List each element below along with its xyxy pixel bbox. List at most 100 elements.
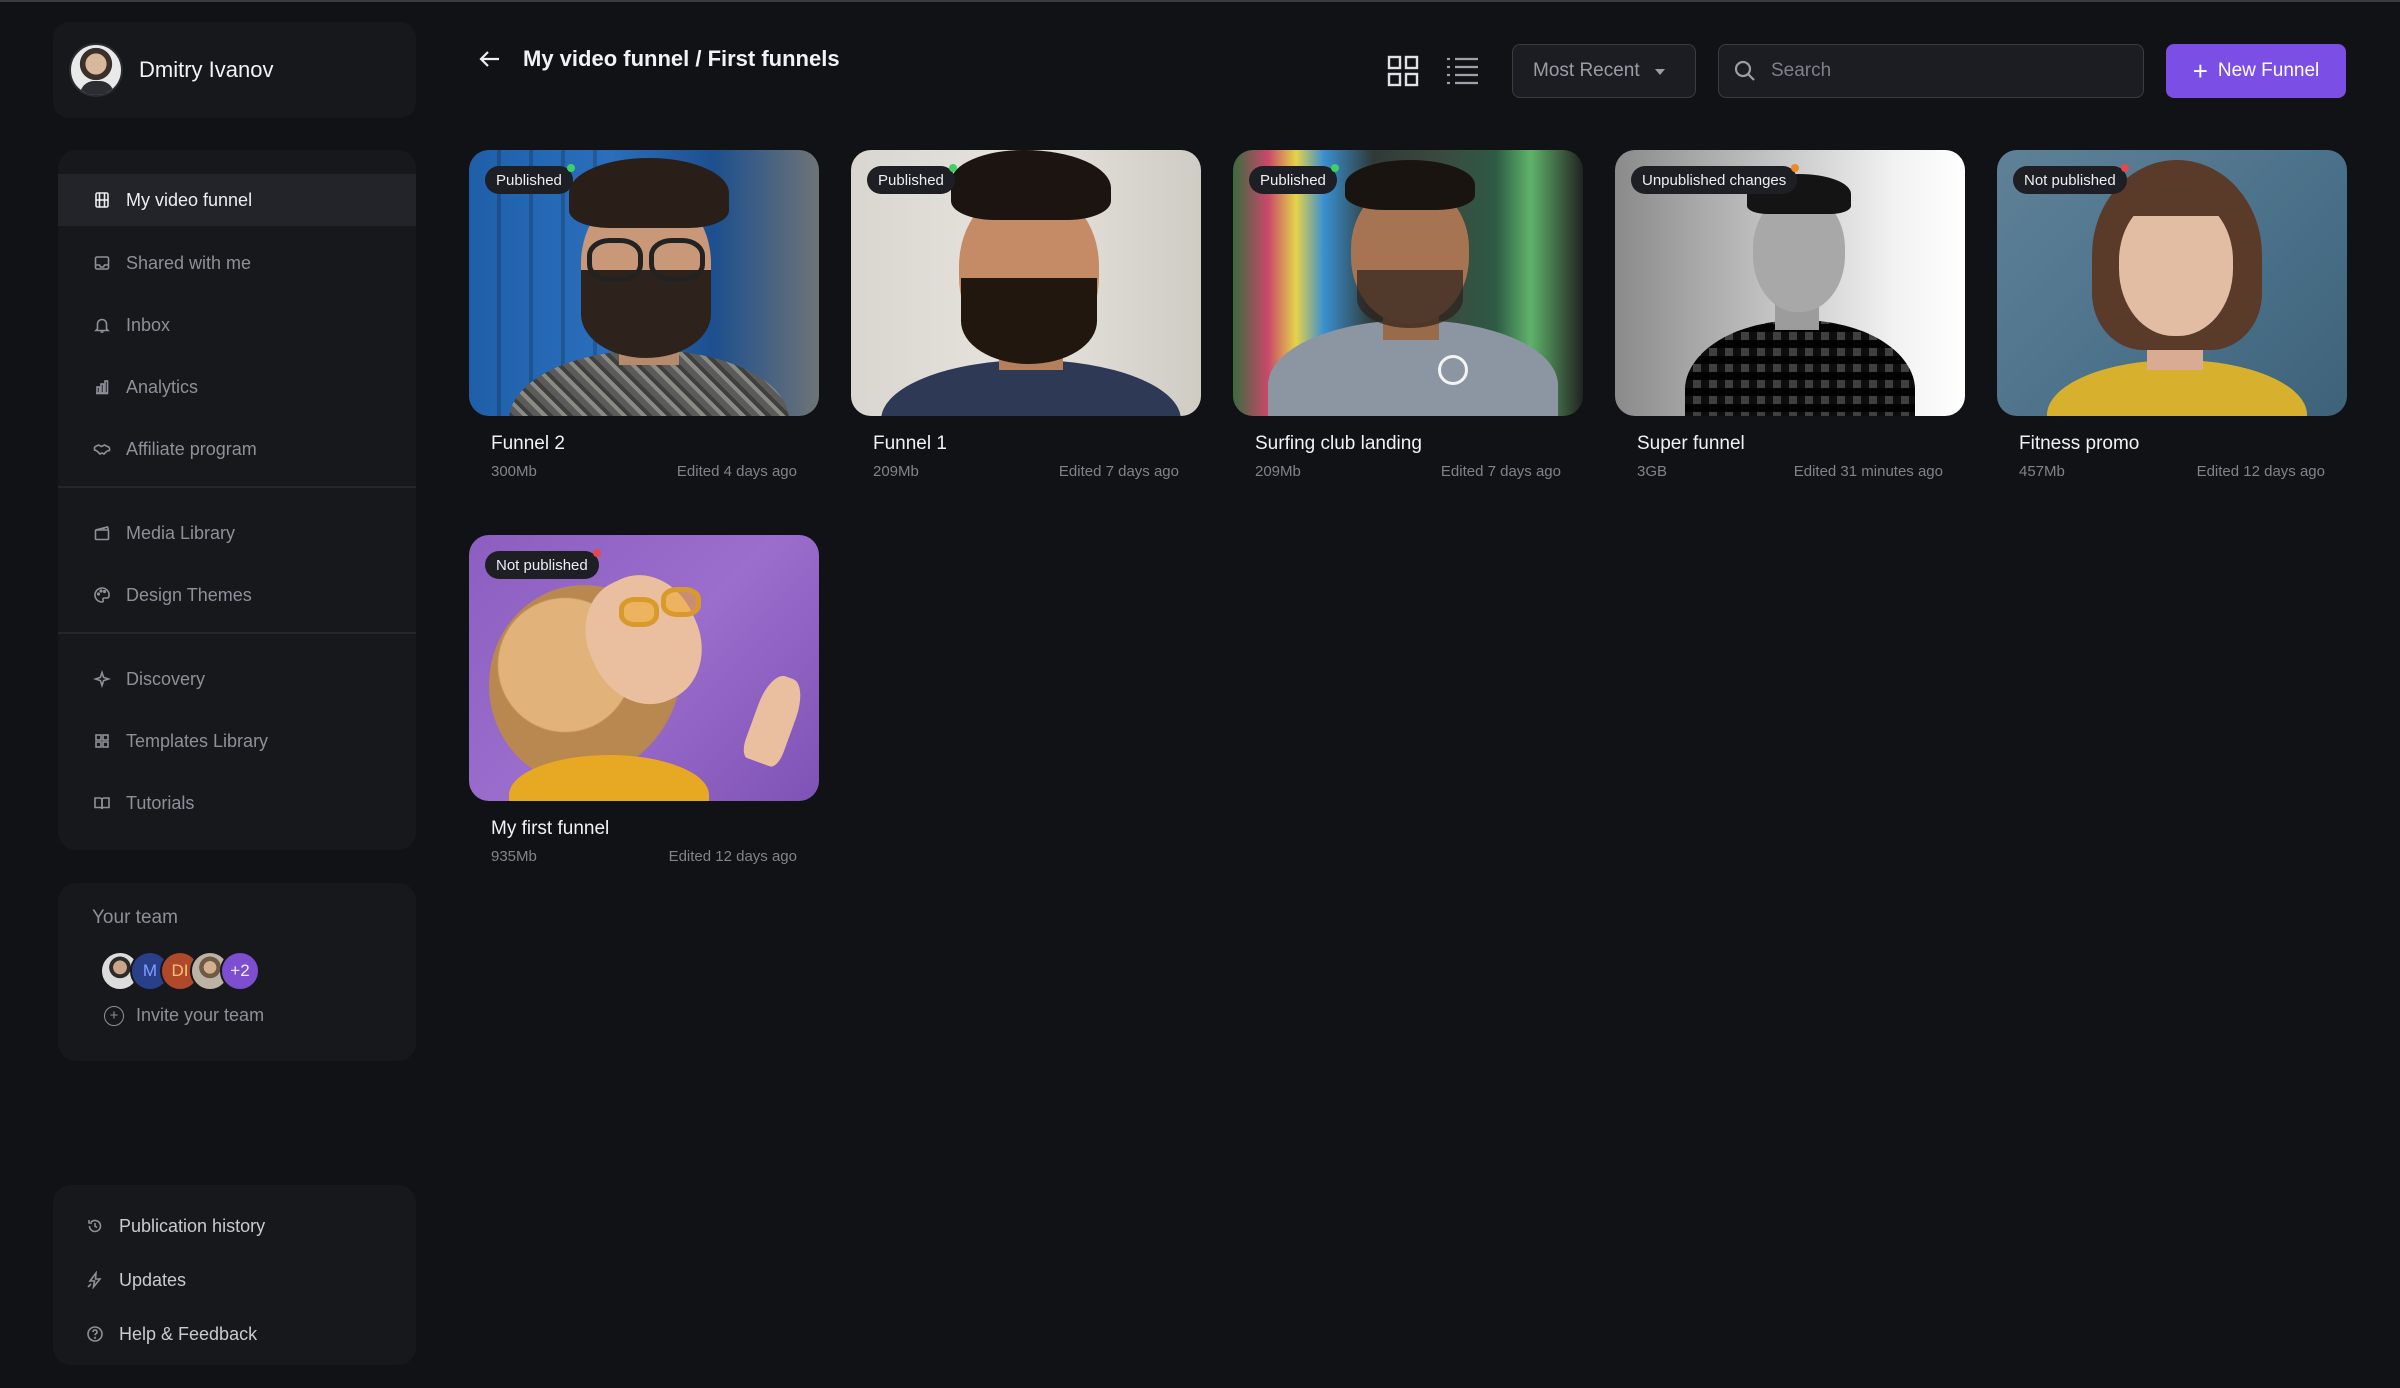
sidebar-item-design-themes[interactable]: Design Themes [58, 570, 416, 620]
sidebar-item-templates-library[interactable]: Templates Library [58, 716, 416, 766]
status-label: Not published [2024, 171, 2116, 189]
plus-circle-icon: + [104, 1005, 124, 1026]
status-label: Published [1260, 171, 1326, 189]
inbox-tray-icon [92, 253, 112, 273]
list-view-toggle[interactable] [1444, 54, 1480, 88]
funnel-size: 935Mb [491, 848, 537, 865]
sort-dropdown[interactable]: Most Recent [1512, 44, 1696, 98]
search-icon [1734, 60, 1755, 81]
divider [58, 632, 416, 634]
sidebar-item-label: Templates Library [126, 730, 269, 751]
funnel-size: 457Mb [2019, 463, 2065, 480]
arrow-left-icon [479, 51, 499, 67]
bar-chart-icon [92, 377, 112, 397]
sidebar-item-publication-history[interactable]: Publication history [53, 1199, 416, 1253]
new-funnel-button[interactable]: + New Funnel [2166, 44, 2346, 98]
funnel-title: Surfing club landing [1255, 433, 1422, 454]
handshake-icon [92, 439, 112, 459]
bell-icon [92, 315, 112, 335]
user-name: Dmitry Ivanov [139, 57, 274, 82]
sidebar-item-help-feedback[interactable]: Help & Feedback [53, 1307, 416, 1361]
sidebar-item-label: My video funnel [126, 189, 253, 210]
funnel-card[interactable]: Published Surfing club landing 209Mb Edi… [1233, 150, 1583, 490]
sidebar-nav: My video funnel Shared with me Inbox Ana… [58, 150, 416, 850]
funnel-card[interactable]: Not published Fitness promo 457Mb Edited… [1997, 150, 2347, 490]
window-top-border [0, 0, 2400, 2]
funnel-edited: Edited 7 days ago [1440, 463, 1561, 480]
grid-view-toggle[interactable] [1386, 54, 1420, 88]
sidebar-item-discovery[interactable]: Discovery [58, 654, 416, 704]
sidebar-item-analytics[interactable]: Analytics [58, 362, 416, 412]
status-badge: Not published [2013, 164, 2129, 194]
back-button[interactable] [475, 44, 505, 74]
funnel-title: Funnel 1 [873, 433, 947, 454]
status-label: Unpublished changes [1642, 171, 1787, 189]
team-panel: Your team M DI +2 + Invite your team [58, 883, 416, 1061]
funnel-title: Funnel 2 [491, 433, 565, 454]
funnel-edited: Edited 12 days ago [668, 848, 797, 865]
sidebar-item-label: Design Themes [126, 584, 252, 605]
sidebar-item-label: Discovery [126, 668, 206, 689]
help-circle-icon [85, 1324, 105, 1344]
lightning-icon [85, 1270, 105, 1290]
sidebar-item-updates[interactable]: Updates [53, 1253, 416, 1307]
status-badge: Published [485, 164, 575, 194]
status-badge: Not published [485, 549, 601, 579]
history-icon [85, 1216, 105, 1236]
sidebar-item-inbox[interactable]: Inbox [58, 300, 416, 350]
funnel-card[interactable]: Not published My first funnel 935Mb Edit… [469, 535, 819, 875]
sidebar-item-label: Shared with me [126, 252, 252, 273]
team-avatars[interactable]: M DI +2 [100, 951, 416, 991]
grid-view-icon [1387, 55, 1419, 87]
user-profile-card[interactable]: Dmitry Ivanov [53, 22, 416, 118]
sidebar-item-label: Media Library [126, 522, 236, 543]
new-funnel-label: New Funnel [2217, 60, 2320, 81]
status-badge: Unpublished changes [1631, 164, 1800, 194]
sidebar-item-my-video-funnel[interactable]: My video funnel [58, 174, 416, 226]
palette-icon [92, 585, 112, 605]
funnel-card[interactable]: Published Funnel 1 209Mb Edited 7 days a… [851, 150, 1201, 490]
search-box[interactable] [1718, 44, 2144, 98]
sidebar-item-tutorials[interactable]: Tutorials [58, 778, 416, 828]
status-dot [2120, 164, 2129, 172]
status-badge: Published [1249, 164, 1339, 194]
search-input[interactable] [1771, 60, 2131, 82]
funnel-size: 209Mb [1255, 463, 1301, 480]
status-label: Published [878, 171, 944, 189]
funnel-edited: Edited 31 minutes ago [1793, 463, 1943, 480]
grid-icon [92, 731, 112, 751]
team-title: Your team [92, 907, 178, 928]
invite-team-button[interactable]: + Invite your team [104, 1005, 416, 1026]
list-view-icon [1447, 57, 1478, 85]
sidebar-item-label: Affiliate program [126, 438, 257, 459]
sparkle-icon [92, 669, 112, 689]
sort-label: Most Recent [1533, 60, 1640, 81]
status-badge: Published [867, 164, 957, 194]
sidebar-item-media-library[interactable]: Media Library [58, 508, 416, 558]
funnel-card[interactable]: Published Funnel 2 300Mb Edited 4 days a… [469, 150, 819, 490]
sidebar-item-affiliate-program[interactable]: Affiliate program [58, 424, 416, 474]
status-label: Published [496, 171, 562, 189]
caret-down-icon [1655, 69, 1665, 75]
sidebar-item-shared-with-me[interactable]: Shared with me [58, 238, 416, 288]
funnel-edited: Edited 12 days ago [2196, 463, 2325, 480]
film-icon [92, 190, 112, 210]
page-title: My video funnel / First funnels [523, 46, 840, 71]
sidebar-item-label: Analytics [126, 376, 199, 397]
clapperboard-icon [92, 523, 112, 543]
funnel-size: 300Mb [491, 463, 537, 480]
status-dot [566, 164, 575, 172]
status-dot [1330, 164, 1339, 172]
sidebar-item-label: Publication history [119, 1215, 266, 1236]
funnel-title: My first funnel [491, 818, 610, 839]
avatar [69, 43, 123, 97]
sidebar-item-label: Inbox [126, 314, 171, 335]
sidebar-item-label: Updates [119, 1269, 187, 1290]
funnel-edited: Edited 4 days ago [676, 463, 797, 480]
funnel-title: Super funnel [1637, 433, 1745, 454]
sidebar-item-label: Tutorials [126, 792, 195, 813]
funnel-card[interactable]: Unpublished changes Super funnel 3GB Edi… [1615, 150, 1965, 490]
funnel-edited: Edited 7 days ago [1058, 463, 1179, 480]
bottom-nav: Publication history Updates Help & Feedb… [53, 1185, 416, 1365]
status-dot [592, 549, 601, 557]
